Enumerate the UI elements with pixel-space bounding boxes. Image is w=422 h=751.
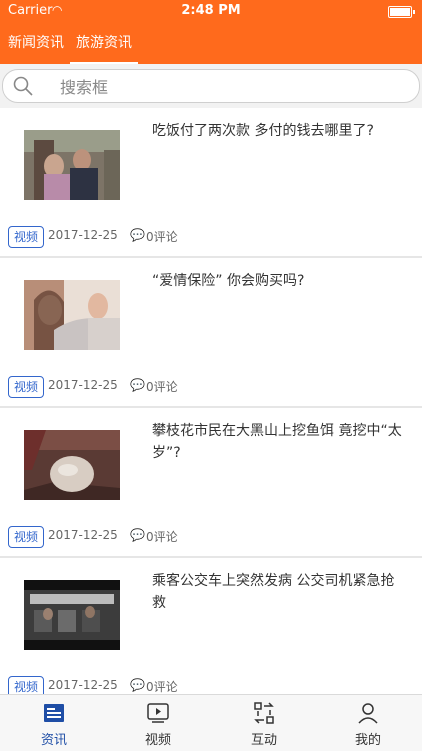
thumbnail-image [24, 580, 120, 650]
thumbnail-image [24, 430, 120, 500]
tab-label: 互动 [250, 733, 277, 748]
interact-icon [254, 702, 274, 724]
search-icon [13, 76, 33, 96]
tab-travel-label: 旅游资讯 [76, 35, 132, 51]
battery-icon [388, 6, 415, 18]
video-tag: 视频 [8, 676, 44, 694]
video-icon [147, 703, 169, 723]
tab-label: 资讯 [40, 733, 67, 748]
item-date: 2017-12-25 [48, 228, 118, 242]
status-time: 2:48 PM [181, 3, 241, 18]
video-tag: 视频 [8, 226, 44, 248]
news-icon [44, 704, 64, 722]
news-title[interactable]: 乘客公交车上突然发病 公交司机紧急抢救 [152, 570, 402, 614]
comment-icon: 💬 [130, 678, 145, 692]
user-icon [358, 703, 378, 724]
thumbnail-image [24, 130, 120, 200]
news-title[interactable]: 攀枝花市民在大黑山上挖鱼饵 竟挖中“太岁”? [152, 420, 402, 464]
comment-icon: 💬 [130, 378, 145, 392]
news-title[interactable]: 吃饭付了两次款 多付的钱去哪里了? [152, 120, 402, 142]
comment-count[interactable]: 0评论 [146, 528, 178, 545]
tab-interact[interactable]: 互动 [234, 695, 294, 751]
tab-news[interactable]: 新闻资讯 [8, 22, 64, 64]
video-tag: 视频 [8, 526, 44, 548]
list-item[interactable]: “爱情保险” 你会购买吗? 视频 2017-12-25 💬 0评论 [0, 258, 422, 408]
item-date: 2017-12-25 [48, 678, 118, 692]
bottom-tab-bar: 资讯 视频 互动 我的 [0, 694, 422, 751]
comment-icon: 💬 [130, 228, 145, 242]
comment-count[interactable]: 0评论 [146, 228, 178, 245]
comment-count[interactable]: 0评论 [146, 678, 178, 694]
search-area [0, 64, 422, 108]
tab-travel[interactable]: 旅游资讯 [70, 22, 138, 64]
list-item[interactable]: 攀枝花市民在大黑山上挖鱼饵 竟挖中“太岁”? 视频 2017-12-25 💬 0… [0, 408, 422, 558]
comment-icon: 💬 [130, 528, 145, 542]
status-bar: Carrier ◠ 2:48 PM [0, 0, 422, 22]
news-list: 吃饭付了两次款 多付的钱去哪里了? 视频 2017-12-25 💬 0评论 “爱… [0, 108, 422, 694]
list-item[interactable]: 吃饭付了两次款 多付的钱去哪里了? 视频 2017-12-25 💬 0评论 [0, 108, 422, 258]
comment-count[interactable]: 0评论 [146, 378, 178, 395]
news-title[interactable]: “爱情保险” 你会购买吗? [152, 270, 402, 292]
top-tab-bar: 新闻资讯 旅游资讯 [0, 22, 422, 64]
thumbnail-image [24, 280, 120, 350]
tab-profile[interactable]: 我的 [338, 695, 398, 751]
search-input[interactable] [58, 74, 402, 100]
tab-video[interactable]: 视频 [128, 695, 188, 751]
video-tag: 视频 [8, 376, 44, 398]
tab-news-feed[interactable]: 资讯 [24, 695, 84, 751]
tab-label: 我的 [354, 733, 381, 748]
list-item[interactable]: 乘客公交车上突然发病 公交司机紧急抢救 视频 2017-12-25 💬 0评论 [0, 558, 422, 694]
search-box[interactable] [2, 69, 420, 103]
item-date: 2017-12-25 [48, 528, 118, 542]
tab-label: 视频 [144, 733, 171, 748]
item-date: 2017-12-25 [48, 378, 118, 392]
